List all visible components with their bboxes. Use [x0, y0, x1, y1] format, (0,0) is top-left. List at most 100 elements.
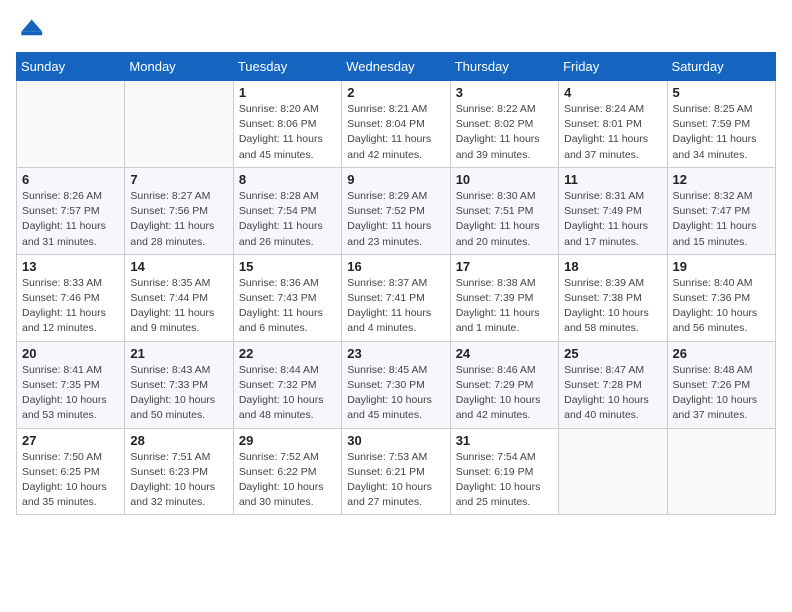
weekday-header-thursday: Thursday — [450, 53, 558, 81]
day-number: 26 — [673, 346, 770, 361]
day-info: Sunrise: 8:22 AM Sunset: 8:02 PM Dayligh… — [456, 102, 553, 163]
day-number: 18 — [564, 259, 661, 274]
weekday-header-wednesday: Wednesday — [342, 53, 450, 81]
day-number: 29 — [239, 433, 336, 448]
day-info: Sunrise: 8:32 AM Sunset: 7:47 PM Dayligh… — [673, 189, 770, 250]
day-number: 21 — [130, 346, 227, 361]
weekday-header-friday: Friday — [559, 53, 667, 81]
calendar-cell — [125, 81, 233, 168]
calendar-cell: 31 Sunrise: 7:54 AM Sunset: 6:19 PM Dayli… — [450, 428, 558, 515]
calendar-week-row: 27 Sunrise: 7:50 AM Sunset: 6:25 PM Dayli… — [17, 428, 776, 515]
calendar-cell: 20Sunrise: 8:41 AM Sunset: 7:35 PM Dayli… — [17, 341, 125, 428]
calendar-cell: 3 Sunrise: 8:22 AM Sunset: 8:02 PM Daylig… — [450, 81, 558, 168]
day-number: 7 — [130, 172, 227, 187]
weekday-header-tuesday: Tuesday — [233, 53, 341, 81]
calendar-cell: 6Sunrise: 8:26 AM Sunset: 7:57 PM Daylig… — [17, 167, 125, 254]
day-number: 8 — [239, 172, 336, 187]
day-info: Sunrise: 8:36 AM Sunset: 7:43 PM Dayligh… — [239, 276, 336, 337]
day-info: Sunrise: 8:21 AM Sunset: 8:04 PM Dayligh… — [347, 102, 444, 163]
day-number: 20 — [22, 346, 119, 361]
day-info: Sunrise: 7:54 AM Sunset: 6:19 PM Dayligh… — [456, 450, 553, 511]
day-info: Sunrise: 8:37 AM Sunset: 7:41 PM Dayligh… — [347, 276, 444, 337]
day-info: Sunrise: 8:29 AM Sunset: 7:52 PM Dayligh… — [347, 189, 444, 250]
day-number: 19 — [673, 259, 770, 274]
calendar-week-row: 6Sunrise: 8:26 AM Sunset: 7:57 PM Daylig… — [17, 167, 776, 254]
weekday-header-monday: Monday — [125, 53, 233, 81]
day-number: 30 — [347, 433, 444, 448]
day-number: 31 — [456, 433, 553, 448]
calendar-cell: 15 Sunrise: 8:36 AM Sunset: 7:43 PM Dayli… — [233, 254, 341, 341]
day-number: 17 — [456, 259, 553, 274]
day-number: 24 — [456, 346, 553, 361]
calendar-cell: 1 Sunrise: 8:20 AM Sunset: 8:06 PM Daylig… — [233, 81, 341, 168]
day-info: Sunrise: 8:44 AM Sunset: 7:32 PM Dayligh… — [239, 363, 336, 424]
day-number: 27 — [22, 433, 119, 448]
calendar-cell: 14 Sunrise: 8:35 AM Sunset: 7:44 PM Dayli… — [125, 254, 233, 341]
day-number: 25 — [564, 346, 661, 361]
calendar-cell: 30Sunrise: 7:53 AM Sunset: 6:21 PM Dayli… — [342, 428, 450, 515]
calendar-cell: 10 Sunrise: 8:30 AM Sunset: 7:51 PM Dayli… — [450, 167, 558, 254]
day-info: Sunrise: 8:40 AM Sunset: 7:36 PM Dayligh… — [673, 276, 770, 337]
calendar-cell: 23Sunrise: 8:45 AM Sunset: 7:30 PM Dayli… — [342, 341, 450, 428]
calendar-cell — [559, 428, 667, 515]
day-info: Sunrise: 8:47 AM Sunset: 7:28 PM Dayligh… — [564, 363, 661, 424]
calendar-cell — [17, 81, 125, 168]
logo — [16, 16, 48, 44]
calendar-cell: 21 Sunrise: 8:43 AM Sunset: 7:33 PM Dayli… — [125, 341, 233, 428]
calendar-cell: 22 Sunrise: 8:44 AM Sunset: 7:32 PM Dayli… — [233, 341, 341, 428]
day-number: 14 — [130, 259, 227, 274]
day-info: Sunrise: 8:39 AM Sunset: 7:38 PM Dayligh… — [564, 276, 661, 337]
day-number: 10 — [456, 172, 553, 187]
calendar-cell: 11Sunrise: 8:31 AM Sunset: 7:49 PM Dayli… — [559, 167, 667, 254]
day-number: 15 — [239, 259, 336, 274]
day-number: 28 — [130, 433, 227, 448]
logo-icon — [16, 16, 44, 44]
day-info: Sunrise: 8:30 AM Sunset: 7:51 PM Dayligh… — [456, 189, 553, 250]
day-number: 5 — [673, 85, 770, 100]
calendar-header-row: SundayMondayTuesdayWednesdayThursdayFrid… — [17, 53, 776, 81]
calendar-week-row: 1 Sunrise: 8:20 AM Sunset: 8:06 PM Daylig… — [17, 81, 776, 168]
day-info: Sunrise: 8:20 AM Sunset: 8:06 PM Dayligh… — [239, 102, 336, 163]
day-number: 3 — [456, 85, 553, 100]
calendar-cell — [667, 428, 775, 515]
calendar-cell: 28 Sunrise: 7:51 AM Sunset: 6:23 PM Dayli… — [125, 428, 233, 515]
calendar-week-row: 13 Sunrise: 8:33 AM Sunset: 7:46 PM Dayli… — [17, 254, 776, 341]
calendar-cell: 18 Sunrise: 8:39 AM Sunset: 7:38 PM Dayli… — [559, 254, 667, 341]
weekday-header-saturday: Saturday — [667, 53, 775, 81]
day-info: Sunrise: 8:28 AM Sunset: 7:54 PM Dayligh… — [239, 189, 336, 250]
day-info: Sunrise: 7:52 AM Sunset: 6:22 PM Dayligh… — [239, 450, 336, 511]
day-number: 2 — [347, 85, 444, 100]
day-info: Sunrise: 7:51 AM Sunset: 6:23 PM Dayligh… — [130, 450, 227, 511]
day-info: Sunrise: 8:35 AM Sunset: 7:44 PM Dayligh… — [130, 276, 227, 337]
day-info: Sunrise: 8:27 AM Sunset: 7:56 PM Dayligh… — [130, 189, 227, 250]
calendar-cell: 17Sunrise: 8:38 AM Sunset: 7:39 PM Dayli… — [450, 254, 558, 341]
calendar-cell: 4 Sunrise: 8:24 AM Sunset: 8:01 PM Daylig… — [559, 81, 667, 168]
day-info: Sunrise: 7:50 AM Sunset: 6:25 PM Dayligh… — [22, 450, 119, 511]
day-info: Sunrise: 8:31 AM Sunset: 7:49 PM Dayligh… — [564, 189, 661, 250]
calendar-cell: 9 Sunrise: 8:29 AM Sunset: 7:52 PM Daylig… — [342, 167, 450, 254]
day-info: Sunrise: 8:24 AM Sunset: 8:01 PM Dayligh… — [564, 102, 661, 163]
day-info: Sunrise: 8:45 AM Sunset: 7:30 PM Dayligh… — [347, 363, 444, 424]
day-info: Sunrise: 8:33 AM Sunset: 7:46 PM Dayligh… — [22, 276, 119, 337]
day-number: 13 — [22, 259, 119, 274]
weekday-header-sunday: Sunday — [17, 53, 125, 81]
day-info: Sunrise: 8:48 AM Sunset: 7:26 PM Dayligh… — [673, 363, 770, 424]
calendar-cell: 8 Sunrise: 8:28 AM Sunset: 7:54 PM Daylig… — [233, 167, 341, 254]
calendar-cell: 26 Sunrise: 8:48 AM Sunset: 7:26 PM Dayli… — [667, 341, 775, 428]
calendar-cell: 12 Sunrise: 8:32 AM Sunset: 7:47 PM Dayli… — [667, 167, 775, 254]
day-number: 1 — [239, 85, 336, 100]
day-number: 4 — [564, 85, 661, 100]
calendar-cell: 5Sunrise: 8:25 AM Sunset: 7:59 PM Daylig… — [667, 81, 775, 168]
day-number: 22 — [239, 346, 336, 361]
day-number: 6 — [22, 172, 119, 187]
calendar-cell: 27 Sunrise: 7:50 AM Sunset: 6:25 PM Dayli… — [17, 428, 125, 515]
day-number: 16 — [347, 259, 444, 274]
calendar-week-row: 20Sunrise: 8:41 AM Sunset: 7:35 PM Dayli… — [17, 341, 776, 428]
day-number: 12 — [673, 172, 770, 187]
day-number: 9 — [347, 172, 444, 187]
calendar-cell: 16 Sunrise: 8:37 AM Sunset: 7:41 PM Dayli… — [342, 254, 450, 341]
calendar-cell: 29 Sunrise: 7:52 AM Sunset: 6:22 PM Dayli… — [233, 428, 341, 515]
calendar-table: SundayMondayTuesdayWednesdayThursdayFrid… — [16, 52, 776, 515]
calendar-cell: 7 Sunrise: 8:27 AM Sunset: 7:56 PM Daylig… — [125, 167, 233, 254]
day-info: Sunrise: 8:43 AM Sunset: 7:33 PM Dayligh… — [130, 363, 227, 424]
